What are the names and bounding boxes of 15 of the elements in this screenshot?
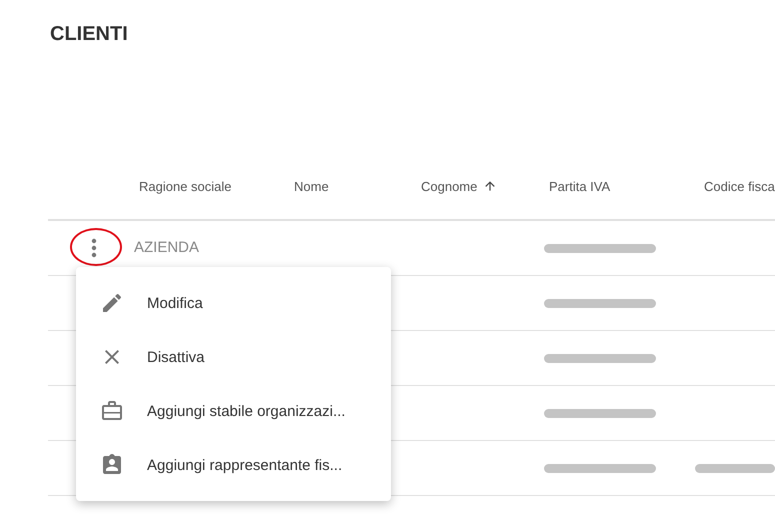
id-badge-icon <box>100 453 124 477</box>
table-cell: AZIENDA <box>134 239 200 256</box>
briefcase-icon <box>100 399 124 423</box>
column-header[interactable]: Cognome <box>416 178 544 194</box>
menu-item[interactable]: Modifica <box>147 294 203 312</box>
menu-item[interactable]: Aggiungi stabile organizzazi... <box>147 402 346 420</box>
column-header[interactable]: Partita IVA <box>544 178 699 194</box>
column-header[interactable]: Codice fisca <box>699 178 775 194</box>
menu-item[interactable]: Disattiva <box>147 348 205 366</box>
column-header[interactable]: Ragione sociale <box>134 178 289 194</box>
pencil-icon <box>100 291 124 315</box>
more-options-icon[interactable] <box>91 238 97 258</box>
column-header[interactable]: Nome <box>289 178 416 194</box>
menu-item[interactable]: Aggiungi rappresentante fis... <box>147 456 342 474</box>
page-title: CLIENTI <box>50 22 129 46</box>
